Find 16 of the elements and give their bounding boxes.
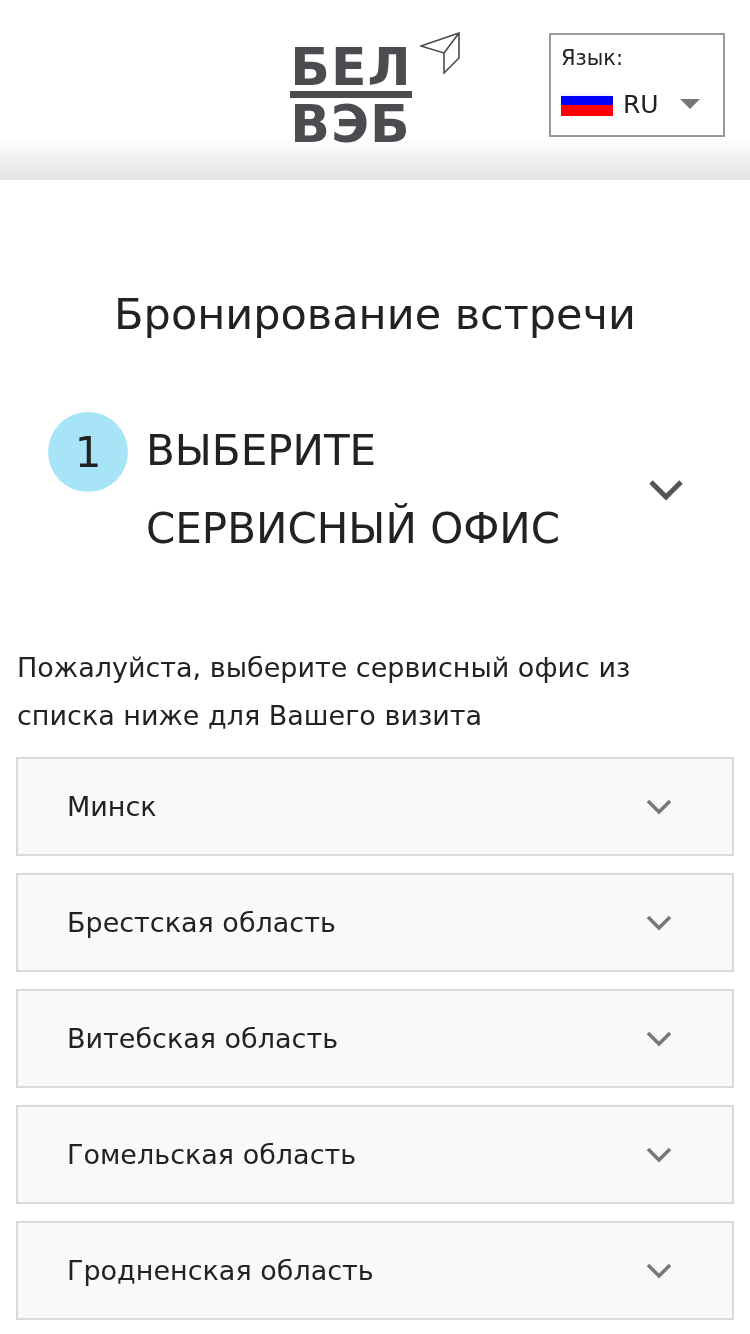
language-dropdown[interactable]: Язык: RU [549,33,725,137]
region-item[interactable]: Минск [16,757,734,856]
paper-plane-icon [419,32,460,74]
flag-icon [561,92,613,116]
region-item[interactable]: Витебская область [16,989,734,1088]
step-number: 1 [48,412,128,492]
logo-text: ВЭБ [290,104,412,144]
region-item[interactable]: Гродненская область [16,1221,734,1320]
logo-text: БЕЛ [290,47,412,87]
instruction-text: Пожалуйста, выберите сервисный офис из списка ниже для Вашего визита [17,651,632,733]
step-title: ВЫБЕРИТЕ СЕРВИСНЫЙ ОФИС [146,425,562,555]
chevron-down-icon[interactable] [648,479,684,501]
region-item[interactable]: Брестская область [16,873,734,972]
page-title: Бронирование встречи [113,288,637,341]
region-item[interactable]: Гомельская область [16,1105,734,1204]
caret-icon [680,99,700,109]
